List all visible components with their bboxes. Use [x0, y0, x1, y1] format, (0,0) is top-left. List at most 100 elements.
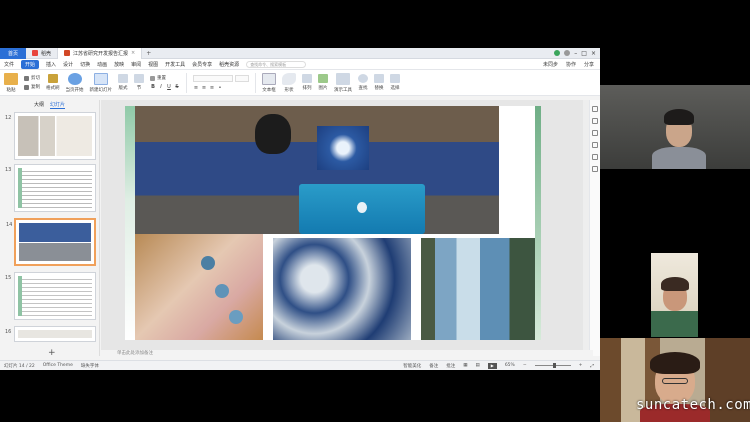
tab-document[interactable]: 江苏省研究开发报告汇报 × [58, 48, 143, 59]
participant-video-2[interactable] [651, 253, 698, 337]
menu-item-transition[interactable]: 切换 [80, 61, 90, 68]
fit-window-icon[interactable]: ⤢ [590, 363, 600, 369]
menu-item-developer[interactable]: 开发工具 [165, 61, 185, 68]
menu-item-insert[interactable]: 插入 [46, 61, 56, 68]
beautify-icon[interactable] [592, 142, 598, 148]
tab-slides[interactable]: 幻灯片 [50, 101, 66, 109]
replace-button[interactable]: 替换 [374, 74, 384, 91]
strikethrough-icon[interactable]: S [174, 84, 180, 90]
slide-panel: 大纲 幻灯片 12 13 14 15 16 + [0, 100, 100, 358]
underline-icon[interactable]: U [166, 84, 172, 90]
maximize-icon[interactable]: □ [581, 50, 587, 57]
missing-font-button[interactable]: 缺失字体 [81, 363, 99, 369]
add-slide-button[interactable]: + [48, 348, 56, 358]
font-format-group: B I U S [150, 84, 180, 90]
settings-icon[interactable] [592, 154, 598, 160]
tab-label: 稻壳 [41, 50, 52, 57]
shape-button[interactable]: 形状 [282, 72, 296, 93]
minimize-icon[interactable]: – [574, 50, 577, 57]
transition-icon[interactable] [592, 130, 598, 136]
current-slide[interactable] [125, 106, 541, 340]
slide-thumbnail[interactable]: 13 [5, 164, 96, 212]
animation-icon[interactable] [592, 118, 598, 124]
slide-thumbnail-selected[interactable]: 14 [6, 218, 96, 266]
photo-tie-dye-skirt [421, 238, 539, 340]
paste-button[interactable]: 粘贴 [4, 72, 18, 93]
participant-hair [650, 352, 700, 374]
cut-button[interactable]: 剪切 [24, 75, 40, 81]
home-tab[interactable]: 首页 [0, 48, 26, 59]
font-name-select[interactable] [193, 74, 233, 82]
menu-item-resources[interactable]: 稻壳资源 [219, 61, 239, 68]
layout-button[interactable]: 版式 [118, 74, 128, 91]
play-from-current-button[interactable]: 当页开始 [66, 72, 84, 93]
close-tab-icon[interactable]: × [131, 50, 135, 56]
reset-icon [150, 75, 155, 81]
tab-outline[interactable]: 大纲 [34, 101, 44, 108]
menu-item-slideshow[interactable]: 放映 [114, 61, 124, 68]
zoom-in-icon[interactable]: + [579, 363, 583, 368]
zoom-slider-handle[interactable] [552, 363, 556, 368]
menu-item-review[interactable]: 审阅 [131, 61, 141, 68]
new-slide-button[interactable]: 新建幻灯片 [90, 72, 112, 93]
tab-daoke[interactable]: 稻壳 [26, 48, 59, 59]
normal-view-icon[interactable]: ▦ [463, 363, 467, 368]
menu-item-animation[interactable]: 动画 [97, 61, 107, 68]
sorter-view-icon[interactable]: ▤ [476, 363, 480, 368]
copy-button[interactable]: 复制 [24, 84, 40, 90]
play-icon [67, 72, 82, 85]
share-icon[interactable] [592, 166, 598, 172]
section-button[interactable]: 节 [134, 74, 144, 91]
picture-button[interactable]: 图片 [318, 74, 328, 91]
sync-button[interactable]: 未同步 [543, 61, 558, 68]
zoom-slider[interactable] [534, 363, 571, 368]
menu-item-design[interactable]: 设计 [63, 61, 73, 68]
slide-thumbnail[interactable]: 16 [5, 326, 96, 342]
shape-icon [282, 72, 296, 85]
zoom-out-icon[interactable]: − [523, 363, 527, 368]
bold-icon[interactable]: B [150, 84, 156, 90]
format-painter-button[interactable]: 格式刷 [46, 74, 60, 91]
select-button[interactable]: 选择 [390, 74, 400, 91]
photo-tie-dye-cloth [317, 126, 369, 170]
comments-button[interactable]: 批注 [446, 363, 455, 369]
arrange-button[interactable]: 排列 [302, 74, 312, 91]
sync-status-icon [554, 50, 561, 56]
share-button[interactable]: 分享 [584, 61, 594, 68]
collaborate-button[interactable]: 协作 [566, 61, 576, 68]
new-tab-button[interactable]: + [142, 50, 155, 57]
textbox-button[interactable]: 文本框 [262, 72, 276, 93]
italic-icon[interactable]: I [158, 84, 164, 90]
presentation-tools-button[interactable]: 演示工具 [334, 72, 352, 93]
slide-thumbnail[interactable]: 12 [5, 112, 96, 160]
watermark: suncatech.com [636, 397, 750, 413]
cursor-icon [390, 74, 400, 83]
notes-button[interactable]: 备注 [429, 363, 438, 369]
notes-area[interactable]: 单击此处添加备注 [101, 350, 593, 358]
status-bar: 幻灯片 14 / 22 Office Theme 缺失字体 智能美化 备注 批注… [0, 360, 600, 370]
participant-video-1[interactable] [600, 85, 750, 169]
presentation-window: 首页 稻壳 江苏省研究开发报告汇报 × + – □ × 文件 开始 插入 设计 … [0, 48, 600, 370]
slide-thumbnail[interactable]: 15 [5, 272, 96, 320]
align-left-icon[interactable]: ≡ [193, 85, 199, 91]
avatar[interactable] [564, 50, 571, 56]
slide-canvas [101, 100, 593, 356]
menu-item-member[interactable]: 会员专享 [192, 61, 212, 68]
zoom-level[interactable]: 65% [505, 363, 515, 368]
align-right-icon[interactable]: ≡ [209, 85, 215, 91]
align-center-icon[interactable]: ≡ [201, 85, 207, 91]
reset-button[interactable]: 重置 [150, 75, 180, 81]
paste-icon [4, 72, 18, 85]
section-icon [134, 74, 144, 83]
close-icon[interactable]: × [591, 50, 596, 57]
search-input[interactable]: 查找命令、搜索模板 [246, 60, 307, 68]
menu-item-home[interactable]: 开始 [21, 59, 40, 69]
bullets-icon[interactable]: • [217, 85, 223, 91]
font-size-select[interactable] [235, 74, 249, 82]
smart-beautify-button[interactable]: 智能美化 [403, 363, 421, 369]
find-button[interactable]: 查找 [358, 74, 368, 91]
properties-icon[interactable] [592, 106, 598, 112]
file-menu[interactable]: 文件 [4, 61, 14, 68]
menu-item-view[interactable]: 视图 [148, 61, 158, 68]
play-slideshow-button[interactable]: ▶ [487, 362, 497, 369]
